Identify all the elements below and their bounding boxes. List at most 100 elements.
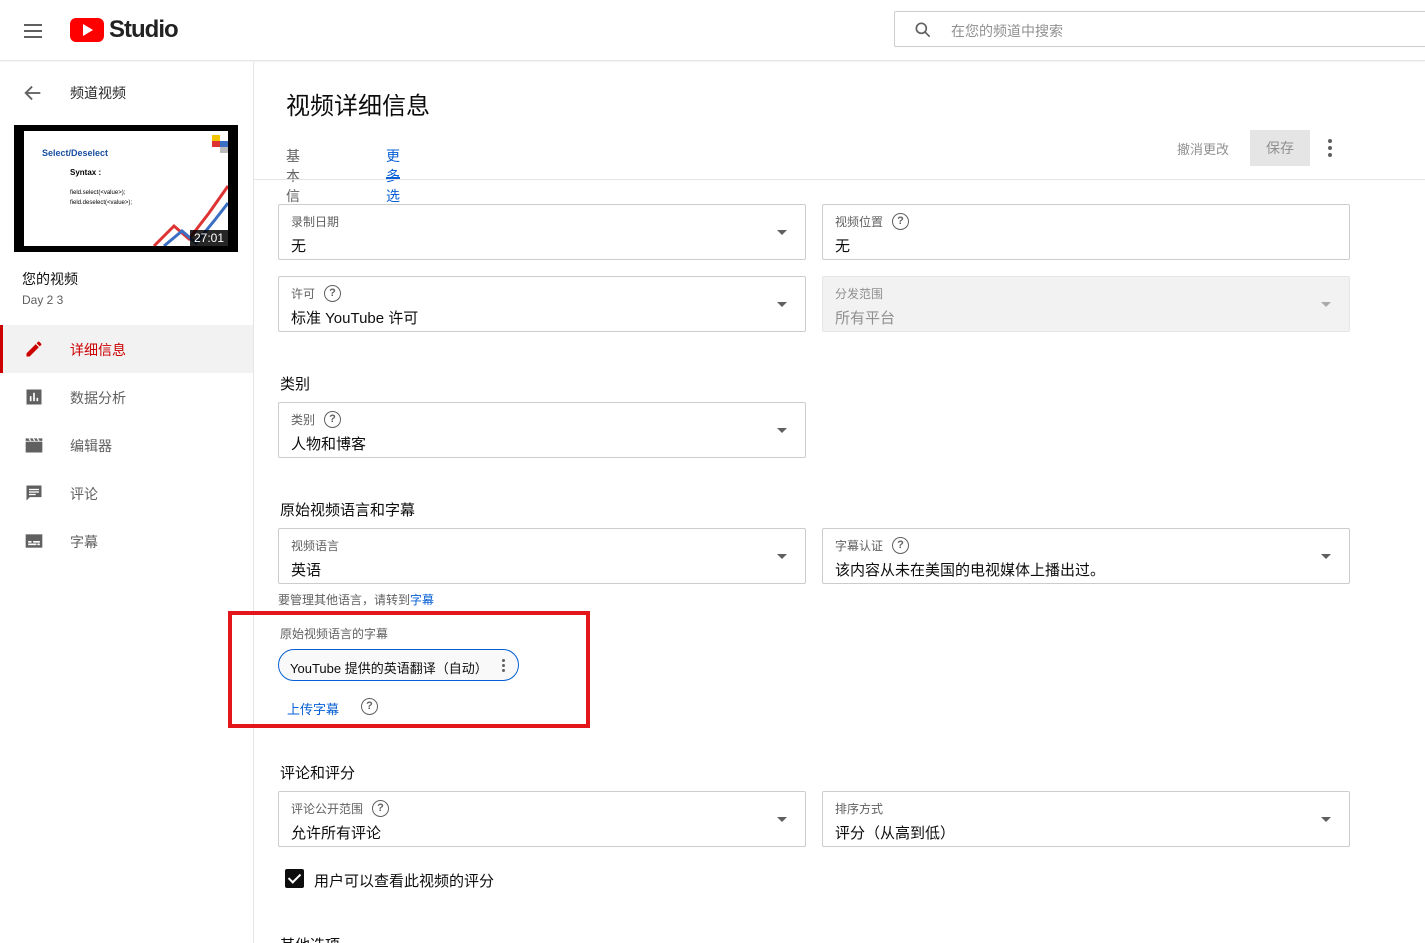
search-input[interactable]: 在您的频道中搜索	[951, 21, 1063, 41]
tab-basic-info[interactable]: 基本信息	[286, 146, 300, 224]
pencil-icon	[26, 341, 42, 357]
field-value: 无	[835, 238, 851, 255]
help-icon[interactable]: ?	[372, 800, 390, 817]
subtitles-icon	[25, 534, 43, 548]
save-button[interactable]: 保存	[1250, 130, 1310, 166]
sidebar-item-label: 编辑器	[70, 438, 112, 454]
field-label-row: 评论公开范围?	[291, 800, 390, 817]
field-value: 无	[291, 238, 307, 255]
subtitles-link[interactable]: 字幕	[410, 593, 434, 607]
sidebar-item-label: 详细信息	[70, 342, 126, 358]
back-to-channel-videos[interactable]: 频道视频	[22, 81, 242, 105]
sidebar-item-analytics[interactable]: 数据分析	[0, 373, 253, 421]
field-label: 类别	[291, 413, 316, 427]
dropdown-arrow-icon	[1321, 817, 1331, 822]
category-dropdown[interactable]: 类别? 人物和博客	[278, 402, 806, 458]
category-section-title: 类别	[280, 376, 311, 393]
undo-changes-button[interactable]: 撤消更改	[1177, 139, 1229, 158]
video-thumbnail[interactable]: Select/Deselect Syntax : field.select(<v…	[14, 125, 238, 252]
sidebar-nav: 详细信息 数据分析 编辑器 评论 字幕	[0, 325, 253, 565]
field-value: 人物和博客	[291, 436, 367, 453]
comment-visibility-dropdown[interactable]: 评论公开范围? 允许所有评论	[278, 791, 806, 847]
recording-date-dropdown[interactable]: 录制日期 无	[278, 204, 806, 260]
your-video-label: 您的视频	[22, 271, 78, 287]
comment-icon	[26, 485, 42, 501]
show-ratings-label: 用户可以查看此视频的评分	[314, 873, 495, 890]
subtitle-chip[interactable]: YouTube 提供的英语翻译（自动）	[278, 649, 519, 681]
studio-wordmark: Studio	[109, 16, 179, 43]
field-label: 评论公开范围	[291, 802, 364, 816]
dropdown-arrow-icon	[777, 817, 787, 822]
upload-subtitles-link[interactable]: 上传字幕	[287, 699, 339, 718]
youtube-studio-logo[interactable]: Studio	[70, 15, 179, 45]
video-language-dropdown[interactable]: 视频语言 英语	[278, 528, 806, 584]
caption-certification-dropdown[interactable]: 字幕认证? 该内容从未在美国的电视媒体上播出过。	[822, 528, 1350, 584]
other-options-section-title: 其他选项	[280, 934, 340, 943]
sidebar-item-label: 字幕	[70, 534, 98, 550]
field-label: 字幕认证	[835, 539, 884, 553]
dropdown-arrow-icon	[1321, 554, 1331, 559]
tab-more-options[interactable]: 更多选项	[386, 146, 400, 224]
manage-languages-text: 要管理其他语言，请转到字幕	[278, 591, 434, 608]
field-value: 评分（从高到低）	[835, 825, 956, 842]
subtitle-chip-label: YouTube 提供的英语翻译（自动）	[290, 661, 488, 676]
analytics-icon	[26, 389, 42, 405]
tabs-divider	[254, 179, 1425, 180]
field-label: 许可	[291, 287, 316, 301]
field-label: 分发范围	[835, 287, 884, 301]
comments-section-title: 评论和评分	[280, 765, 356, 782]
back-label: 频道视频	[70, 85, 126, 101]
field-value: 英语	[291, 562, 322, 579]
manage-text: 要管理其他语言，请转到	[278, 593, 411, 607]
help-icon[interactable]: ?	[892, 213, 910, 230]
original-subtitles-label: 原始视频语言的字幕	[280, 627, 389, 641]
field-label-row: 字幕认证?	[835, 537, 910, 554]
field-label-row: 视频位置?	[835, 213, 910, 230]
help-icon[interactable]: ?	[324, 285, 342, 302]
help-icon[interactable]: ?	[892, 537, 910, 554]
menu-icon[interactable]	[22, 19, 46, 43]
field-value: 允许所有评论	[291, 825, 382, 842]
field-label-row: 类别?	[291, 411, 342, 428]
field-label-row: 许可?	[291, 285, 342, 302]
field-value: 所有平台	[835, 310, 896, 327]
sidebar-item-details[interactable]: 详细信息	[0, 325, 253, 373]
field-label: 视频位置	[835, 215, 884, 229]
dropdown-arrow-icon	[1321, 302, 1331, 307]
field-label: 录制日期	[291, 215, 340, 229]
sidebar-item-label: 数据分析	[70, 390, 126, 406]
search-icon[interactable]	[913, 20, 933, 40]
dropdown-arrow-icon	[777, 554, 787, 559]
field-label: 排序方式	[835, 802, 884, 816]
video-location-field[interactable]: 视频位置? 无	[822, 204, 1350, 260]
youtube-play-icon	[70, 18, 104, 42]
sidebar: 频道视频 Select/Deselect Syntax : field.sele…	[0, 62, 254, 943]
field-value: 该内容从未在美国的电视媒体上播出过。	[835, 562, 1106, 579]
distribution-dropdown: 分发范围 所有平台	[822, 276, 1350, 332]
field-label: 视频语言	[291, 539, 340, 553]
search-box[interactable]: 在您的频道中搜索	[894, 11, 1425, 47]
page-title: 视频详细信息	[286, 93, 430, 120]
arrow-back-icon	[24, 85, 41, 101]
dropdown-arrow-icon	[777, 428, 787, 433]
license-dropdown[interactable]: 许可? 标准 YouTube 许可	[278, 276, 806, 332]
language-section-title: 原始视频语言和字幕	[280, 502, 416, 519]
sort-by-dropdown[interactable]: 排序方式 评分（从高到低）	[822, 791, 1350, 847]
help-icon[interactable]: ?	[324, 411, 342, 428]
chip-menu-icon[interactable]	[502, 659, 506, 673]
sidebar-item-label: 评论	[70, 486, 98, 502]
sidebar-item-comments[interactable]: 评论	[0, 469, 253, 517]
video-name: Day 2 3	[22, 293, 64, 307]
clapperboard-icon	[25, 437, 43, 453]
show-ratings-checkbox[interactable]	[285, 869, 304, 888]
thumbnail-syntax: Syntax :	[70, 168, 102, 177]
top-bar: Studio 在您的频道中搜索	[0, 0, 1425, 61]
dropdown-arrow-icon	[777, 302, 787, 307]
sidebar-item-editor[interactable]: 编辑器	[0, 421, 253, 469]
thumbnail-code-2: field.deselect(<value>);	[70, 200, 133, 206]
dropdown-arrow-icon	[777, 230, 787, 235]
more-options-icon[interactable]	[1320, 138, 1340, 158]
help-icon[interactable]: ?	[361, 698, 378, 715]
field-value: 标准 YouTube 许可	[291, 310, 419, 327]
sidebar-item-subtitles[interactable]: 字幕	[0, 517, 253, 565]
